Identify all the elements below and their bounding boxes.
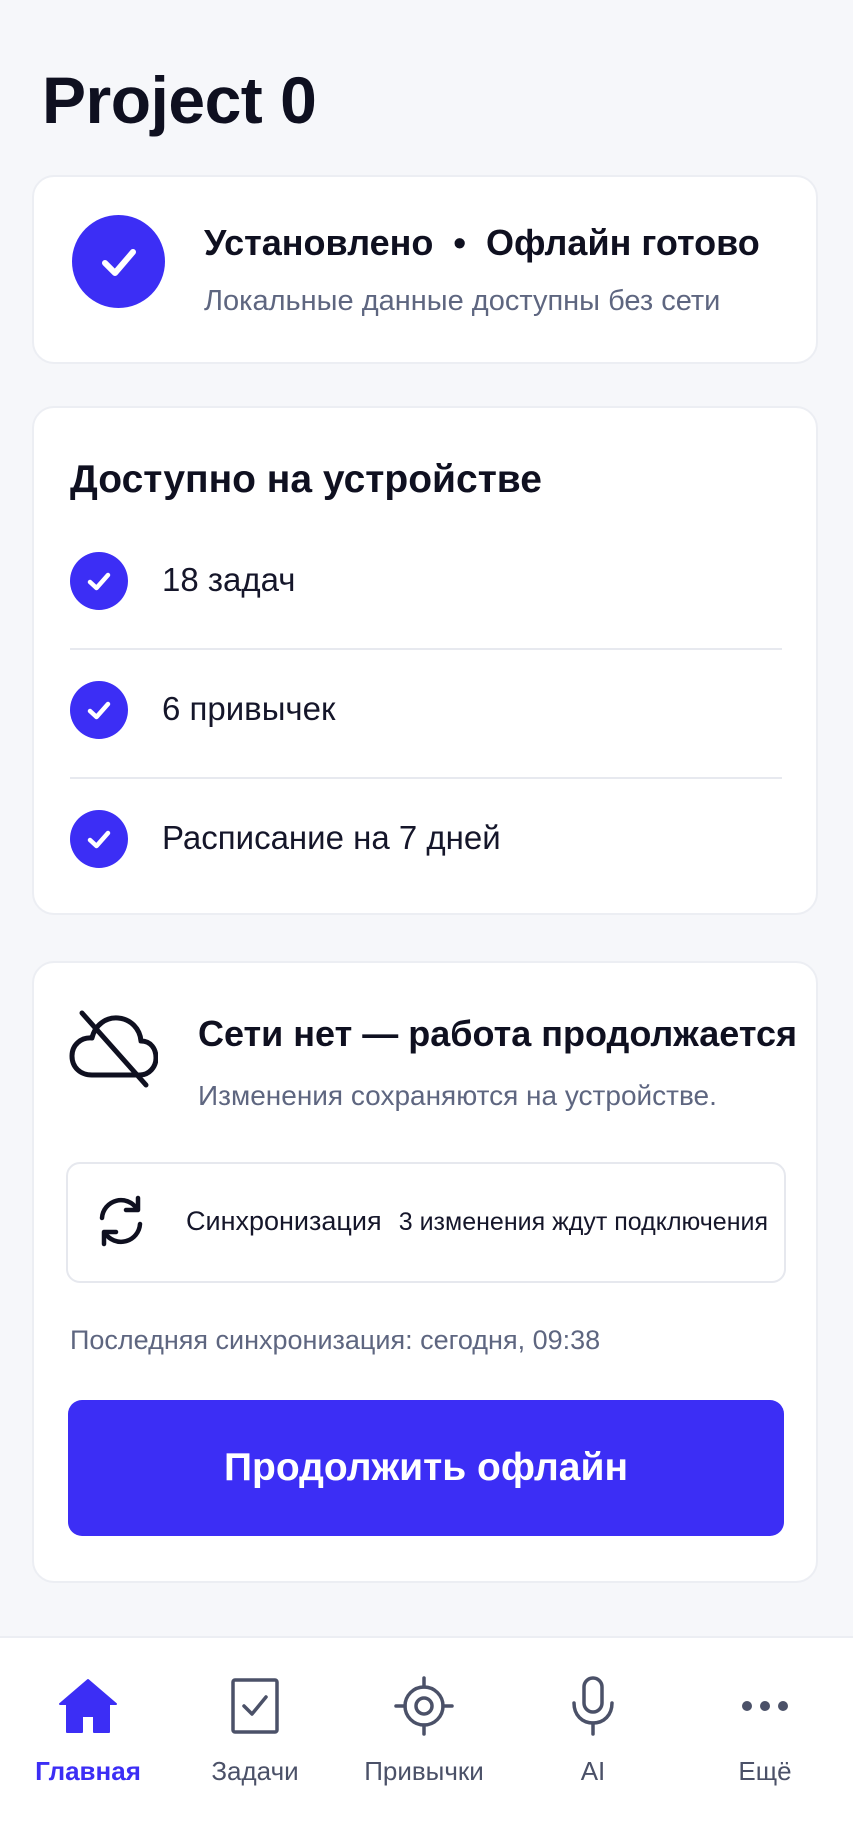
continue-offline-button[interactable]: Продолжить офлайн	[68, 1400, 784, 1536]
nav-item-habits[interactable]: Привычки	[339, 1638, 509, 1844]
offline-title: Сети нет — работа продолжается	[198, 1013, 798, 1054]
sync-icon	[99, 1195, 143, 1247]
install-status-title: Установлено • Офлайн готово	[204, 222, 760, 263]
page-title: Project 0	[42, 63, 317, 137]
task-checkbox-icon	[231, 1678, 279, 1734]
list-item-label: 6 привычек	[162, 690, 336, 727]
check-circle-icon	[70, 552, 128, 610]
install-status-card: Установлено • Офлайн готово Локальные да…	[32, 175, 818, 364]
divider	[70, 777, 782, 779]
list-item-label: Расписание на 7 дней	[162, 819, 501, 856]
divider	[70, 648, 782, 650]
available-on-device-card: Доступно на устройстве 18 задач 6 привыч…	[32, 406, 818, 915]
nav-label: Привычки	[364, 1756, 484, 1786]
install-status-subtitle: Локальные данные доступны без сети	[204, 285, 721, 317]
home-icon	[59, 1679, 117, 1733]
nav-item-ai[interactable]: AI	[508, 1638, 678, 1844]
offline-subtitle: Изменения сохраняются на устройстве.	[198, 1080, 717, 1111]
available-section-title: Доступно на устройстве	[70, 458, 542, 501]
sync-label: Синхронизация	[186, 1206, 382, 1236]
sync-status-panel: Синхронизация 3 изменения ждут подключен…	[66, 1162, 786, 1283]
sync-pending-count: 3 изменения ждут подключения	[398, 1208, 768, 1236]
check-circle-icon	[70, 810, 128, 868]
list-item-label: 18 задач	[162, 561, 296, 598]
nav-label: Главная	[35, 1756, 141, 1786]
more-dots-icon	[742, 1701, 788, 1711]
nav-label: AI	[580, 1756, 606, 1786]
offline-status-card: Сети нет — работа продолжается Изменения…	[32, 961, 818, 1583]
microphone-icon	[572, 1676, 614, 1736]
nav-item-home[interactable]: Главная	[3, 1638, 173, 1844]
last-sync-timestamp: Последняя синхронизация: сегодня, 09:38	[70, 1325, 601, 1355]
check-circle-icon	[70, 681, 128, 739]
cloud-off-icon	[69, 1010, 158, 1088]
nav-label: Ещё	[738, 1756, 792, 1786]
list-item: 18 задач	[70, 535, 782, 627]
nav-item-more[interactable]: Ещё	[680, 1638, 850, 1844]
target-icon	[394, 1676, 454, 1736]
list-item: 6 привычек	[70, 664, 782, 756]
list-item: Расписание на 7 дней	[70, 793, 782, 885]
bottom-nav: Главная Задачи Привычки AI Ещё	[0, 1636, 853, 1844]
nav-label: Задачи	[211, 1756, 299, 1786]
nav-item-tasks[interactable]: Задачи	[170, 1638, 340, 1844]
check-circle-icon	[72, 215, 165, 308]
